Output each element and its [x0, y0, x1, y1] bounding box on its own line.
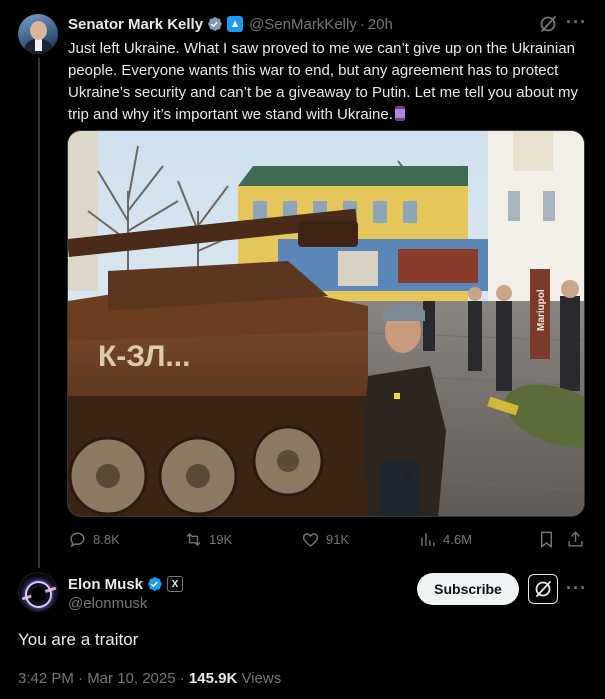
tweet-photo[interactable]: Mariupol К-ЗЛ... [67, 130, 585, 517]
like-button[interactable]: 91K [301, 528, 349, 550]
repost-button[interactable]: 19K [184, 528, 232, 550]
more-icon[interactable]: ··· [566, 578, 587, 599]
grok-icon[interactable] [538, 14, 558, 34]
tweet-text: Just left Ukraine. What I saw proved to … [68, 38, 588, 126]
reply-button[interactable]: 8.8K [68, 528, 120, 550]
reply-display-name[interactable]: Elon Musk [68, 576, 143, 593]
reply-text: You are a traitor [18, 630, 139, 649]
subscribe-button[interactable]: Subscribe [417, 573, 519, 605]
reply-meta: 3:42 PM · Mar 10, 2025 · 145.9K Views [18, 670, 281, 687]
bookmark-button[interactable] [537, 528, 562, 550]
reply-count: 8.8K [93, 531, 120, 547]
action-bar: 8.8K 19K 91K 4.6M [68, 528, 588, 550]
reply-views-label: Views [237, 670, 282, 687]
repost-icon [186, 532, 201, 546]
reply-avatar[interactable] [18, 572, 58, 612]
share-icon [568, 530, 583, 547]
tweet-header: Senator Mark Kelly ▲ @SenMarkKelly · 20h [68, 14, 393, 34]
verified-icon [208, 17, 222, 31]
timestamp[interactable]: 20h [368, 16, 393, 33]
x-badge-icon: X [167, 576, 184, 592]
views-button[interactable]: 4.6M [418, 528, 472, 550]
gov-badge-icon: ▲ [227, 16, 244, 32]
grok-icon [535, 581, 551, 597]
mariupol-sign: Mariupol [536, 289, 547, 331]
repost-count: 19K [209, 531, 233, 547]
photo-scene: Mariupol К-ЗЛ... [68, 131, 584, 516]
handle[interactable]: @SenMarkKelly [249, 16, 357, 33]
spool-of-thread-icon [394, 106, 405, 121]
thread-line [38, 58, 40, 568]
display-name[interactable]: Senator Mark Kelly [68, 16, 203, 33]
more-icon[interactable]: ··· [566, 12, 586, 32]
like-count: 91K [326, 531, 350, 547]
reply-views-count: 145.9K [188, 670, 238, 687]
separator: · [359, 15, 365, 33]
avatar[interactable] [18, 14, 58, 54]
tweet-body: Just left Ukraine. What I saw proved to … [68, 40, 578, 123]
reply-timestamp[interactable]: 3:42 PM · Mar 10, 2025 · [18, 670, 189, 687]
like-icon [302, 532, 319, 547]
bookmark-icon [541, 531, 552, 548]
reply-header: Elon Musk X [68, 574, 184, 594]
verified-icon [148, 577, 162, 591]
views-count: 4.6M [443, 531, 472, 547]
reply-handle[interactable]: @elonmusk [68, 595, 147, 612]
views-icon [421, 532, 435, 546]
reply-icon [70, 531, 85, 547]
share-button[interactable] [566, 528, 591, 550]
tank-marking: К-ЗЛ... [98, 340, 190, 373]
grok-button[interactable] [528, 574, 558, 604]
